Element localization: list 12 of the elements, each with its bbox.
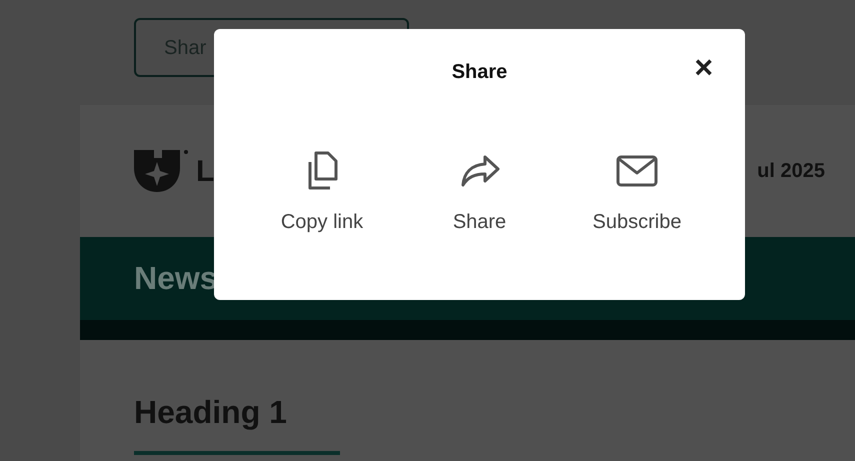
close-button[interactable]: × (690, 51, 717, 83)
banner-title: News (134, 258, 218, 298)
share-option[interactable]: Subscribe (579, 149, 695, 237)
date-text: ul 2025 (757, 159, 825, 184)
heading-text: Heading 1 (134, 393, 288, 432)
dialog-title: Share (452, 60, 508, 85)
envelope-icon (616, 155, 658, 187)
share-option[interactable]: Copy link (264, 149, 380, 237)
logo-text: L (196, 154, 214, 190)
share-arrow-icon (458, 153, 500, 189)
share-option[interactable]: Share (422, 149, 538, 237)
shield-logo-icon (134, 148, 188, 194)
